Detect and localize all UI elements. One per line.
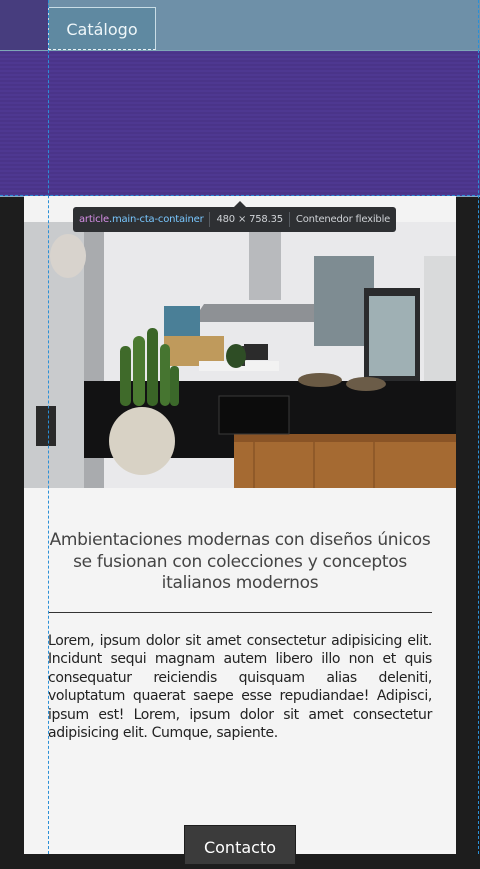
inspector-class: .main-cta-container bbox=[108, 214, 204, 225]
margin-overlay bbox=[0, 50, 480, 197]
headline-divider bbox=[48, 612, 432, 613]
nav-tab-catalogo[interactable]: Catálogo bbox=[48, 7, 156, 50]
section-headline: Ambientaciones modernas con diseños únic… bbox=[49, 530, 431, 593]
inspector-divider bbox=[209, 212, 211, 227]
hero-image bbox=[24, 196, 456, 488]
inspector-note: Contenedor flexible bbox=[295, 214, 391, 225]
inspector-tag: article bbox=[79, 214, 109, 225]
layout-guide-right bbox=[478, 0, 479, 854]
inspector-tooltip: article .main-cta-container 480 × 758.35… bbox=[73, 201, 397, 232]
top-nav-left-block bbox=[0, 0, 48, 50]
contact-button[interactable]: Contacto bbox=[184, 825, 296, 865]
inspector-size: 480 × 758.35 bbox=[216, 214, 283, 225]
section-body-text: Lorem, ipsum dolor sit amet consectetur … bbox=[48, 633, 432, 742]
layout-guide-top bbox=[0, 195, 480, 196]
kitchen-photo bbox=[24, 196, 456, 488]
top-nav-bar: Catálogo bbox=[0, 0, 480, 50]
inspector-divider bbox=[288, 212, 290, 227]
layout-guide-left bbox=[48, 0, 49, 854]
